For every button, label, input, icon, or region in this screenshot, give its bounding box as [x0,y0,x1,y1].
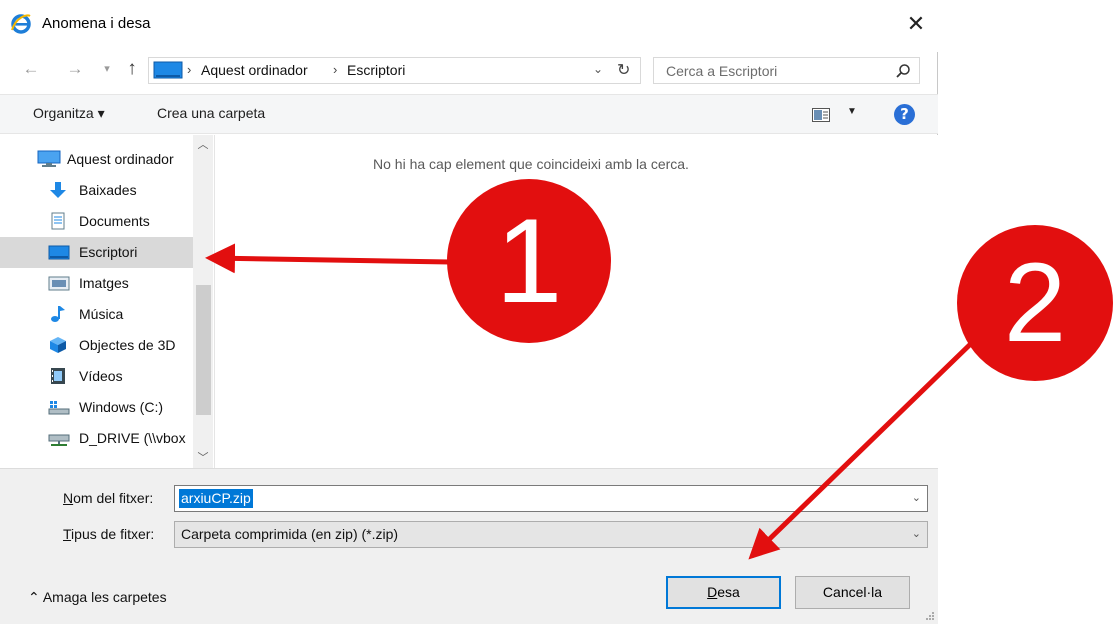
music-icon [51,306,65,322]
new-folder-button[interactable]: Crea una carpeta [157,105,265,121]
document-icon [51,212,65,230]
hide-folders-toggle[interactable]: ⌃ Amaga les carpetes [28,589,167,606]
nav-label: Vídeos [79,368,123,384]
nav-item-3d-objects[interactable]: Objectes de 3D [0,330,193,361]
nav-label: Objectes de 3D [79,337,176,353]
breadcrumb-this-pc[interactable]: Aquest ordinador [201,62,308,78]
recent-locations-chevron-icon[interactable]: ▾ [96,58,118,80]
search-icon [896,64,910,78]
nav-item-videos[interactable]: Vídeos [0,361,193,392]
internet-explorer-icon [11,14,31,34]
filetype-select[interactable]: Carpeta comprimida (en zip) (*.zip) ⌄ [174,521,928,548]
view-options-chevron-icon[interactable]: ▼ [847,106,857,117]
scroll-up-chevron-icon[interactable]: ︿ [193,135,213,155]
nav-label: Documents [79,213,150,229]
command-toolbar: Organitza ▾ Crea una carpeta ▼ ? [0,94,938,134]
desktop-icon [153,61,183,79]
nav-scrollbar[interactable]: ︿ ﹀ [193,135,213,468]
window-title: Anomena i desa [42,15,151,32]
step-2-marker: 2 [957,225,1113,381]
breadcrumb-separator-icon: › [187,62,192,77]
nav-item-d-drive[interactable]: D_DRIVE (\\vbox [0,423,193,454]
nav-item-downloads[interactable]: Baixades [0,175,193,206]
nav-label: Windows (C:) [79,399,164,415]
nav-item-windows-c[interactable]: Windows (C:) [0,392,193,423]
desktop-icon [48,245,70,260]
filename-value[interactable]: arxiuCP.zip [179,489,253,508]
forward-arrow-icon[interactable]: → [64,58,86,80]
nav-item-documents[interactable]: Documents [0,206,193,237]
filetype-label: Tipus de fitxer: [63,526,155,542]
nav-label: Aquest ordinador [67,151,174,167]
change-view-icon[interactable] [812,108,830,122]
nav-item-desktop[interactable]: Escriptori [0,237,193,268]
pictures-icon [48,276,70,291]
close-button[interactable]: ✕ [894,4,938,44]
empty-search-message: No hi ha cap element que coincideixi amb… [373,156,689,172]
filename-field[interactable]: arxiuCP.zip ⌄ [174,485,928,512]
download-icon [50,182,66,198]
nav-label: Música [79,306,124,322]
save-options-panel: Nom del fitxer: arxiuCP.zip ⌄ Tipus de f… [0,468,938,624]
save-button[interactable]: Desa [666,576,781,609]
network-drive-icon [48,434,70,446]
resize-grip-icon[interactable] [926,612,934,620]
address-history-chevron-icon[interactable]: ⌄ [593,62,603,76]
nav-label: Imatges [79,275,129,291]
refresh-icon[interactable]: ↻ [617,60,630,80]
nav-item-this-pc[interactable]: Aquest ordinador [0,144,193,175]
scroll-down-chevron-icon[interactable]: ﹀ [193,448,213,468]
filename-label: Nom del fitxer: [63,490,154,506]
help-icon[interactable]: ? [894,104,915,125]
filetype-chevron-icon[interactable]: ⌄ [912,527,921,540]
title-bar: Anomena i desa ✕ [0,0,938,52]
nav-item-music[interactable]: Música [0,299,193,330]
breadcrumb-separator-icon: › [333,62,338,77]
nav-label: Baixades [79,182,137,198]
drive-icon [48,401,70,415]
nav-item-pictures[interactable]: Imatges [0,268,193,299]
search-placeholder: Cerca a Escriptori [666,63,778,79]
address-bar[interactable]: › Aquest ordinador › Escriptori ⌄ ↻ [148,57,641,84]
cancel-button[interactable]: Cancel·la [795,576,910,609]
step-1-marker: 1 [447,179,611,343]
breadcrumb-desktop[interactable]: Escriptori [347,62,405,78]
computer-icon [37,150,61,167]
search-input[interactable]: Cerca a Escriptori [653,57,920,84]
organize-menu-button[interactable]: Organitza ▾ [33,105,105,122]
filename-history-chevron-icon[interactable]: ⌄ [912,491,921,504]
address-row: ← → ▾ ↑ › Aquest ordinador › Escriptori … [0,52,938,88]
up-arrow-icon[interactable]: ↑ [121,58,143,80]
videos-icon [51,368,65,384]
back-arrow-icon[interactable]: ← [20,58,42,80]
3d-objects-icon [50,337,66,353]
navigation-pane: Aquest ordinador Baixades Documents Escr… [0,135,215,468]
filetype-value: Carpeta comprimida (en zip) (*.zip) [181,526,399,542]
nav-label: Escriptori [79,244,138,260]
nav-label: D_DRIVE (\\vbox [79,430,186,446]
scroll-thumb[interactable] [196,285,211,415]
